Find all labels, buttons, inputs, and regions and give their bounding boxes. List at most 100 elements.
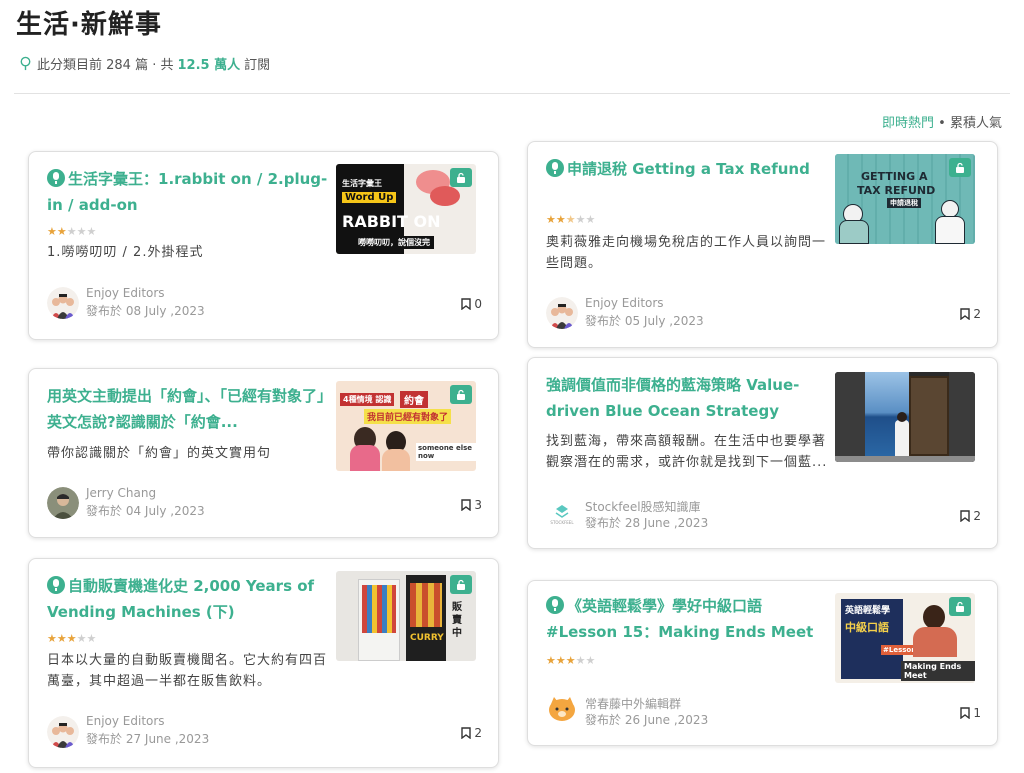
- thumb-line4: someone else now: [416, 443, 476, 461]
- article-title[interactable]: 用英文主動提出「約會」、「已經有對象了」英文怎說?認識關於「約會...: [47, 383, 329, 435]
- thumb-line1: GETTING A: [861, 170, 928, 183]
- article-card[interactable]: 自動販賣機進化史 2,000 Years of Vending Machines…: [28, 558, 499, 768]
- sort-popular[interactable]: 累積人氣: [950, 116, 1002, 131]
- article-title[interactable]: 強調價值而非價格的藍海策略 Value-driven Blue Ocean St…: [546, 372, 828, 424]
- unlock-icon: [956, 162, 964, 173]
- article-description: 找到藍海，帶來高額報酬。在生活中也要學著觀察潛在的需求，或許你就是找到下一個藍.…: [546, 434, 828, 470]
- publish-date: 發布於 05 July ,2023: [585, 314, 704, 328]
- thumb-line2: CURRY: [410, 633, 444, 643]
- bookmark-button[interactable]: 2: [960, 307, 981, 321]
- article-card[interactable]: 生活字彙王：1.rabbit on / 2.plug-in / add-on ★…: [28, 151, 499, 340]
- unlock-icon: [956, 601, 964, 612]
- author-avatar: STOCKFEEL: [546, 497, 578, 529]
- author-name[interactable]: Enjoy Editors: [86, 286, 165, 300]
- bookmark-icon: [461, 499, 472, 511]
- author-avatar: [47, 487, 79, 519]
- article-description: 奧莉薇雅走向機場免稅店的工作人員以詢問一些問題。: [546, 235, 827, 271]
- publish-date: 發布於 27 June ,2023: [86, 732, 210, 746]
- stats-suffix: 訂閱: [244, 58, 271, 73]
- thumb-line2: 中級口語: [845, 621, 889, 634]
- subscriber-count: 12.5 萬人: [177, 58, 241, 73]
- article-thumbnail[interactable]: 英語輕鬆學 中級口語 #Lesson 15 Making Ends Meet: [835, 593, 975, 683]
- thumb-line1: 生活字彙王: [342, 179, 382, 188]
- publish-date: 發布於 26 June ,2023: [585, 713, 709, 727]
- article-description: 1.嘮嘮叨叨 / 2.外掛程式: [47, 245, 204, 260]
- thumb-line2: TAX REFUND: [857, 184, 936, 197]
- thumb-line2: Word Up: [342, 192, 397, 203]
- unlock-icon: [457, 172, 465, 183]
- bookmark-count: 3: [474, 498, 482, 512]
- page-title: 生活·新鮮事: [16, 10, 162, 40]
- article-description: 日本以大量的自動販賣機聞名。它大約有四百萬臺，其中超過一半都在販售飲料。: [47, 653, 328, 689]
- microphone-icon: [47, 169, 65, 187]
- article-title[interactable]: 《英語輕鬆學》學好中級口語 #Lesson 15：Making Ends Mee…: [546, 593, 828, 645]
- thumb-line4: 嘮嘮叨叨，說個沒完: [354, 236, 434, 249]
- article-card[interactable]: 用英文主動提出「約會」、「已經有對象了」英文怎說?認識關於「約會... 帶你認識…: [28, 368, 499, 538]
- bookmark-count: 2: [973, 509, 981, 523]
- article-thumbnail[interactable]: [835, 372, 975, 462]
- star-rating: ★★★★★: [546, 213, 596, 226]
- sort-options: 即時熱門 • 累積人氣: [882, 112, 1002, 131]
- svg-text:STOCKFEEL: STOCKFEEL: [550, 520, 574, 525]
- article-thumbnail[interactable]: GETTING A TAX REFUND 申請退稅: [835, 154, 975, 244]
- thumb-line2: 約會: [400, 391, 428, 408]
- bookmark-icon: [461, 298, 472, 310]
- unlock-badge: [450, 575, 472, 594]
- article-thumbnail[interactable]: 4種情境 認識 約會 我目前已經有對象了 someone else now: [336, 381, 476, 471]
- unlock-badge: [949, 597, 971, 616]
- author-name[interactable]: Jerry Chang: [86, 486, 156, 500]
- bookmark-button[interactable]: 3: [461, 498, 482, 512]
- bookmark-count: 1: [973, 706, 981, 720]
- publish-date: 發布於 04 July ,2023: [86, 504, 205, 518]
- bookmark-icon: [960, 707, 971, 719]
- thumb-line3: 申請退稅: [887, 198, 921, 208]
- bookmark-button[interactable]: 2: [461, 726, 482, 740]
- author-avatar: [47, 716, 79, 748]
- author-avatar: [546, 692, 578, 724]
- author-name[interactable]: Enjoy Editors: [585, 296, 664, 310]
- bookmark-button[interactable]: 2: [960, 509, 981, 523]
- category-stats: 此分類目前 284 篇 · 共 12.5 萬人 訂閱: [18, 54, 270, 73]
- microphone-icon: [546, 596, 564, 614]
- bookmark-count: 2: [973, 307, 981, 321]
- article-thumbnail[interactable]: 生活字彙王 Word Up RABBIT ON 嘮嘮叨叨，說個沒完: [336, 164, 476, 254]
- thumb-line1: 英語輕鬆學: [845, 606, 891, 616]
- unlock-badge: [450, 168, 472, 187]
- author-avatar: [546, 297, 578, 329]
- bookmark-button[interactable]: 0: [461, 297, 482, 311]
- unlock-badge: [450, 385, 472, 404]
- unlock-badge: [949, 158, 971, 177]
- sort-hot-now[interactable]: 即時熱門: [882, 116, 934, 131]
- tree-icon: [20, 56, 31, 71]
- bookmark-icon: [461, 727, 472, 739]
- author-name[interactable]: 常春藤中外編輯群: [585, 695, 681, 712]
- publish-date: 發布於 08 July ,2023: [86, 304, 205, 318]
- header-divider: [14, 93, 1010, 94]
- star-rating: ★★★★★: [546, 654, 596, 667]
- thumb-line3: Making Ends Meet: [901, 661, 975, 681]
- article-card[interactable]: 強調價值而非價格的藍海策略 Value-driven Blue Ocean St…: [527, 357, 998, 549]
- article-card[interactable]: 申請退稅 Getting a Tax Refund ★★★★★ 奧莉薇雅走向機場…: [527, 141, 998, 348]
- article-title[interactable]: 自動販賣機進化史 2,000 Years of Vending Machines…: [47, 573, 329, 625]
- article-thumbnail[interactable]: CURRY 販賣中: [336, 571, 476, 661]
- author-name[interactable]: Enjoy Editors: [86, 714, 165, 728]
- bookmark-button[interactable]: 1: [960, 706, 981, 720]
- microphone-icon: [47, 576, 65, 594]
- thumb-line1: 販賣中: [452, 602, 462, 639]
- article-title[interactable]: 生活字彙王：1.rabbit on / 2.plug-in / add-on: [47, 166, 329, 218]
- unlock-icon: [457, 579, 465, 590]
- author-name[interactable]: Stockfeel股感知識庫: [585, 498, 701, 515]
- article-title[interactable]: 申請退稅 Getting a Tax Refund: [546, 156, 828, 182]
- bookmark-count: 2: [474, 726, 482, 740]
- stats-prefix: 此分類目前 284 篇 · 共: [37, 58, 174, 73]
- article-description: 帶你認識關於「約會」的英文實用句: [47, 446, 272, 461]
- thumb-line3: RABBIT ON: [342, 212, 441, 231]
- thumb-line3: 我目前已經有對象了: [364, 409, 452, 424]
- bookmark-icon: [960, 308, 971, 320]
- bookmark-count: 0: [474, 297, 482, 311]
- unlock-icon: [457, 389, 465, 400]
- star-rating: ★★★★★: [47, 632, 97, 645]
- article-card[interactable]: 《英語輕鬆學》學好中級口語 #Lesson 15：Making Ends Mee…: [527, 580, 998, 746]
- publish-date: 發布於 28 June ,2023: [585, 516, 709, 530]
- thumb-line1: 4種情境 認識: [340, 393, 395, 406]
